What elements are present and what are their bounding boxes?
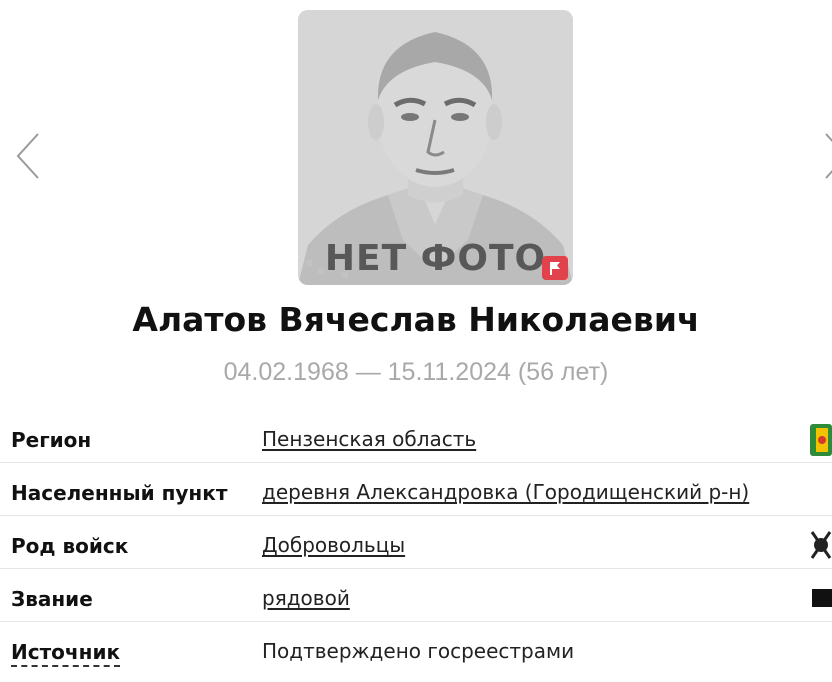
no-photo-label: НЕТ ФОТО (324, 238, 547, 279)
locality-label: Населенный пункт (11, 481, 228, 505)
troops-emblem-icon (810, 531, 832, 559)
info-row-region: Регион Пензенская область (0, 410, 832, 463)
troops-link[interactable]: Добровольцы (262, 533, 405, 557)
info-table: Регион Пензенская область Населенный пун… (0, 410, 832, 674)
chevron-right-icon (825, 133, 832, 179)
life-dates: 04.02.1968 — 15.11.2024 (56 лет) (223, 358, 609, 386)
info-row-source: Источник Подтверждено госреестрами (0, 622, 832, 674)
previous-arrow[interactable] (14, 132, 44, 180)
chevron-left-icon (16, 133, 39, 179)
source-value: Подтверждено госреестрами (262, 639, 575, 663)
region-label: Регион (11, 428, 92, 452)
source-label[interactable]: Источник (11, 640, 121, 667)
info-row-troops: Род войск Добровольцы (0, 516, 832, 569)
info-row-rank: Звание рядовой (0, 569, 832, 622)
locality-link[interactable]: деревня Александровка (Городищенский р-н… (262, 480, 749, 504)
flag-icon (550, 262, 560, 275)
rank-label: Звание (11, 587, 93, 611)
next-arrow[interactable] (824, 132, 832, 180)
person-name: Алатов Вячеслав Николаевич (132, 300, 700, 339)
portrait-placeholder: НЕТ ФОТО (298, 10, 573, 285)
region-flag-icon (810, 424, 832, 456)
troops-label: Род войск (11, 534, 129, 558)
rank-insignia-icon (812, 589, 832, 607)
rank-link[interactable]: рядовой (262, 586, 350, 610)
report-button[interactable] (542, 256, 568, 280)
region-link[interactable]: Пензенская область (262, 427, 476, 451)
info-row-locality: Населенный пункт деревня Александровка (… (0, 463, 832, 516)
